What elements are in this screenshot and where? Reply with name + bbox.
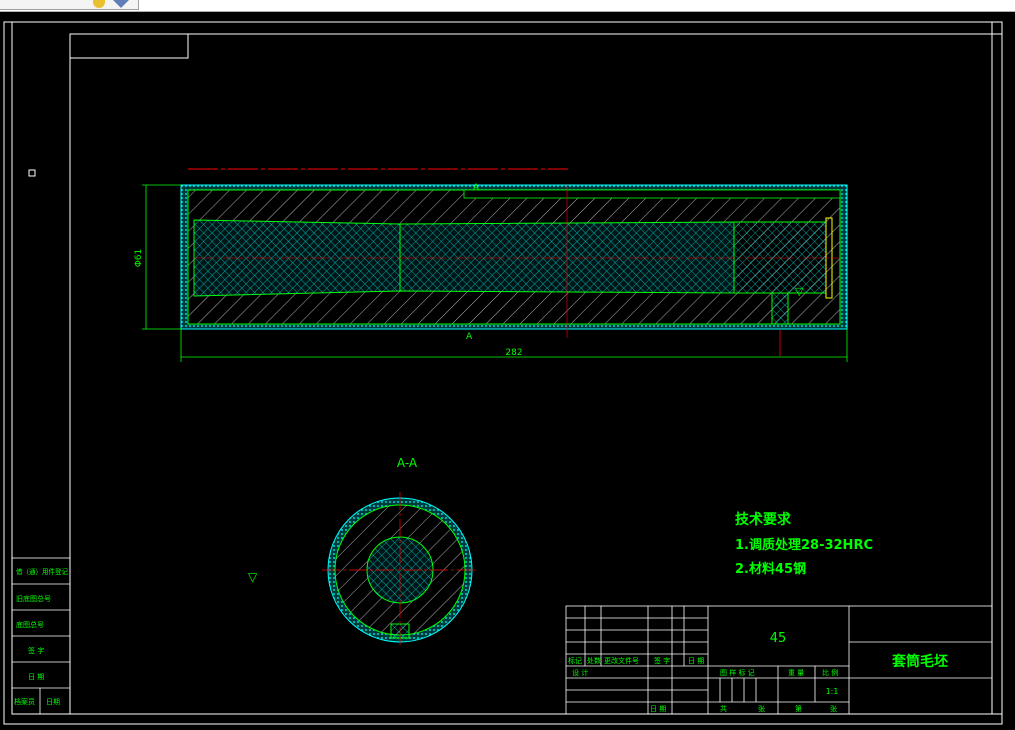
outer-sheet-border — [3, 21, 1003, 725]
tb-label-date: 日 期 — [688, 657, 704, 665]
drawing-frame — [69, 33, 1003, 715]
section-label: A-A — [397, 456, 418, 470]
tech-req-item-1: 1.调质处理28-32HRC — [735, 537, 873, 553]
material-text: 45 — [770, 631, 787, 646]
corner-box — [69, 33, 189, 59]
tech-req-item-2: 2.材料45钢 — [735, 561, 806, 577]
section-marker-top: A — [473, 183, 480, 193]
scale-text: 1:1 — [826, 687, 839, 696]
side-label-0: 借（通）用件登记 — [16, 567, 68, 576]
tb-label-weight: 重 量 — [788, 669, 804, 677]
dimension-diameter[interactable] — [142, 184, 181, 330]
tb-label-designer: 设 计 — [572, 668, 588, 677]
tb-sheet-no: 第 — [795, 704, 802, 713]
side-label-1: 旧底图总号 — [16, 594, 51, 603]
surface-mark-icon: ▽ — [795, 285, 804, 298]
tb-sheet-unit: 张 — [758, 704, 765, 713]
side-label-3: 签 字 — [28, 646, 44, 655]
tb-label-sign: 签 字 — [654, 656, 670, 665]
roughness-symbol-icon: ▽ — [248, 570, 258, 584]
tb-label-stage: 图 样 标 记 — [720, 668, 755, 677]
tb-sheet-unit2: 张 — [830, 704, 837, 713]
drawing-canvas[interactable]: 借（通）用件登记 旧底图总号 底图总号 签 字 日 期 档案员 日期 A A ▽… — [0, 12, 1015, 730]
side-label-5: 档案员 — [14, 697, 35, 706]
side-label-2: 底图总号 — [16, 620, 44, 629]
section-marker-bottom: A — [466, 332, 473, 342]
part-name-text: 套筒毛坯 — [892, 653, 948, 670]
tech-req-title: 技术要求 — [735, 511, 792, 528]
tb-label-approval-date: 日 期 — [650, 705, 666, 713]
side-label-6: 日期 — [46, 698, 60, 706]
tb-sheet-total: 共 — [720, 704, 727, 713]
side-label-4: 日 期 — [28, 673, 44, 681]
side-block — [11, 557, 71, 715]
dim-diameter-text: Φ61 — [134, 249, 144, 268]
tb-label-mark: 标记 — [568, 656, 582, 665]
tb-label-change-doc: 更改文件号 — [604, 656, 639, 665]
dim-length-text: 282 — [505, 348, 522, 358]
inner-frame — [11, 21, 993, 715]
cad-toolbar — [0, 0, 1015, 12]
tb-label-count: 处数 — [587, 656, 601, 665]
grip-square[interactable] — [28, 169, 36, 177]
sleeve-section-view[interactable]: A A ▽ — [180, 183, 848, 356]
section-aa-view[interactable] — [322, 492, 478, 648]
tb-label-scale: 比 例 — [822, 668, 838, 677]
